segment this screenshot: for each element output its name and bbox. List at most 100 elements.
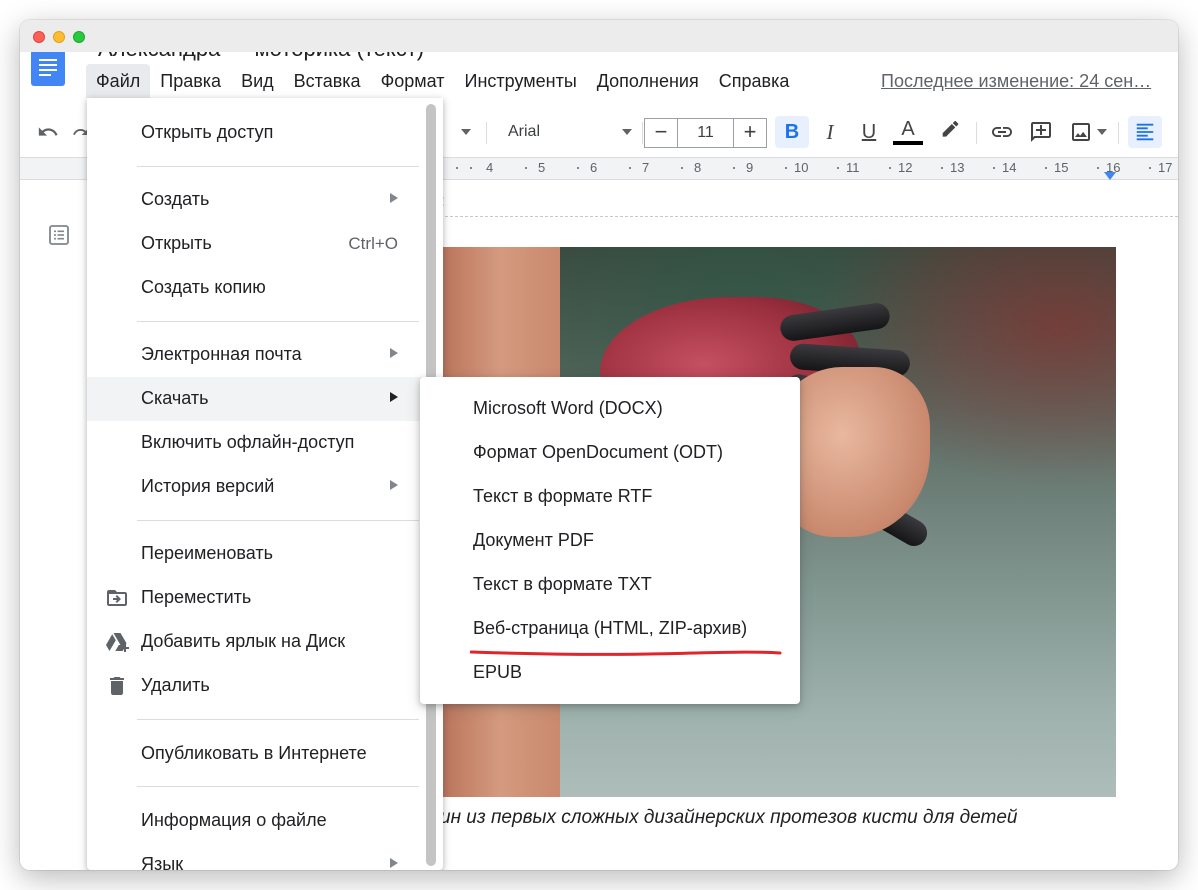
- ruler-number: 14: [1002, 160, 1017, 175]
- menu-item-offline[interactable]: Включить офлайн-доступ: [87, 421, 443, 465]
- download-html-zip[interactable]: Веб-страница (HTML, ZIP-архив): [420, 607, 800, 651]
- menu-item-open[interactable]: Открыть Ctrl+O: [87, 222, 443, 266]
- insert-image-icon[interactable]: [1063, 116, 1113, 148]
- download-odt[interactable]: Формат OpenDocument (ODT): [420, 431, 800, 475]
- underline-button[interactable]: U: [852, 116, 886, 148]
- font-family-select[interactable]: Arial: [496, 118, 636, 146]
- menu-item-label: Переместить: [141, 587, 252, 607]
- menu-format[interactable]: Формат: [371, 64, 455, 98]
- menu-edit[interactable]: Правка: [150, 64, 231, 98]
- menu-item-label: Информация о файле: [141, 810, 327, 830]
- undo-icon[interactable]: [34, 116, 62, 148]
- download-pdf[interactable]: Документ PDF: [420, 519, 800, 563]
- ruler-number: 9: [746, 160, 754, 175]
- download-option-label: EPUB: [473, 662, 523, 682]
- menu-item-label: Опубликовать в Интернете: [141, 743, 367, 763]
- maximize-window-button[interactable]: [73, 31, 85, 43]
- font-size-input[interactable]: 11: [677, 118, 734, 148]
- ruler-number: 5: [538, 160, 546, 175]
- submenu-arrow-icon: [390, 193, 398, 203]
- ruler-number: 8: [694, 160, 702, 175]
- font-family-value: Arial: [508, 123, 541, 140]
- menu-item-download[interactable]: Скачать: [87, 377, 443, 421]
- menu-file[interactable]: Файл: [86, 64, 151, 98]
- chevron-down-icon: [622, 129, 632, 135]
- ruler-number: 12: [898, 160, 913, 175]
- close-window-button[interactable]: [33, 31, 45, 43]
- ruler-number: 4: [486, 160, 494, 175]
- menu-item-publish[interactable]: Опубликовать в Интернете: [87, 732, 443, 776]
- trash-icon: [105, 674, 129, 698]
- download-epub[interactable]: EPUB: [420, 651, 800, 695]
- align-left-icon[interactable]: [1128, 116, 1162, 148]
- menu-item-label: Добавить ярлык на Диск: [141, 631, 346, 651]
- font-size-increase-button[interactable]: +: [733, 118, 767, 148]
- menu-item-delete[interactable]: Удалить: [87, 664, 443, 708]
- style-dropdown-caret-icon[interactable]: [456, 116, 476, 148]
- download-option-label: Текст в формате RTF: [473, 486, 653, 506]
- minimize-window-button[interactable]: [53, 31, 65, 43]
- menu-tools[interactable]: Инструменты: [455, 64, 587, 98]
- text-color-button[interactable]: A: [890, 116, 926, 148]
- link-icon[interactable]: [985, 116, 1019, 148]
- menu-separator: [137, 786, 419, 787]
- menu-separator: [137, 166, 419, 167]
- menu-insert[interactable]: Вставка: [284, 64, 371, 98]
- submenu-arrow-icon: [390, 858, 398, 868]
- drive-shortcut-icon: [105, 630, 129, 654]
- add-comment-icon[interactable]: [1024, 116, 1058, 148]
- menu-item-label: Электронная почта: [141, 344, 302, 364]
- menu-item-version-history[interactable]: История версий: [87, 465, 443, 509]
- menu-item-make-copy[interactable]: Создать копию: [87, 266, 443, 310]
- submenu-arrow-icon: [390, 348, 398, 358]
- menu-item-label: Открыть доступ: [141, 122, 274, 142]
- menu-item-label: Создать копию: [141, 277, 266, 297]
- download-txt[interactable]: Текст в формате TXT: [420, 563, 800, 607]
- menu-item-rename[interactable]: Переименовать: [87, 532, 443, 576]
- docs-logo-icon[interactable]: [31, 50, 65, 86]
- ruler-number: 10: [794, 160, 809, 175]
- menu-item-email[interactable]: Электронная почта: [87, 333, 443, 377]
- image-caption: ин из первых сложных дизайнерских протез…: [440, 807, 1018, 828]
- bold-button[interactable]: B: [775, 116, 809, 148]
- download-rtf[interactable]: Текст в формате RTF: [420, 475, 800, 519]
- menu-bar: Файл Правка Вид Вставка Формат Инструмен…: [86, 64, 799, 98]
- menu-item-share[interactable]: Открыть доступ: [87, 111, 443, 155]
- download-submenu: Microsoft Word (DOCX) Формат OpenDocumen…: [420, 377, 800, 704]
- italic-button[interactable]: I: [813, 116, 847, 148]
- download-docx[interactable]: Microsoft Word (DOCX): [420, 387, 800, 431]
- menu-item-label: Язык: [141, 854, 184, 870]
- folder-move-icon: [105, 586, 129, 610]
- menu-item-label: Включить офлайн-доступ: [141, 432, 355, 452]
- menu-item-language[interactable]: Язык: [87, 843, 443, 870]
- title-bar: [20, 20, 1178, 52]
- font-size-decrease-button[interactable]: −: [644, 118, 678, 148]
- text-color-bar: [893, 141, 923, 145]
- browser-window: Александра — моторика (текст) Файл Правк…: [20, 20, 1178, 870]
- menu-item-new[interactable]: Создать: [87, 178, 443, 222]
- menu-addons[interactable]: Дополнения: [587, 64, 709, 98]
- menu-item-move[interactable]: Переместить: [87, 576, 443, 620]
- last-edit-link[interactable]: Последнее изменение: 24 сен…: [881, 71, 1151, 92]
- highlight-pen-icon[interactable]: [933, 116, 967, 148]
- menu-item-label: Удалить: [141, 675, 210, 695]
- ruler-number: 11: [846, 160, 860, 175]
- menu-view[interactable]: Вид: [231, 64, 284, 98]
- download-option-label: Формат OpenDocument (ODT): [473, 442, 723, 462]
- ruler-number: 7: [642, 160, 650, 175]
- menu-item-file-info[interactable]: Информация о файле: [87, 799, 443, 843]
- submenu-arrow-icon: [390, 480, 398, 490]
- file-menu: Открыть доступ Создать Открыть Ctrl+O Со…: [87, 98, 443, 870]
- download-option-label: Веб-страница (HTML, ZIP-архив): [473, 618, 748, 638]
- ruler-number: 13: [950, 160, 965, 175]
- menu-item-add-shortcut[interactable]: Добавить ярлык на Диск: [87, 620, 443, 664]
- menu-separator: [137, 321, 419, 322]
- document-outline-icon[interactable]: [47, 223, 71, 252]
- ruler-number: 6: [590, 160, 598, 175]
- ruler-number: 17: [1158, 160, 1173, 175]
- menu-help[interactable]: Справка: [709, 64, 800, 98]
- download-option-label: Документ PDF: [473, 530, 594, 550]
- right-indent-marker[interactable]: [1104, 172, 1116, 180]
- menu-item-label: Открыть: [141, 233, 212, 253]
- menu-item-label: Переименовать: [141, 543, 273, 563]
